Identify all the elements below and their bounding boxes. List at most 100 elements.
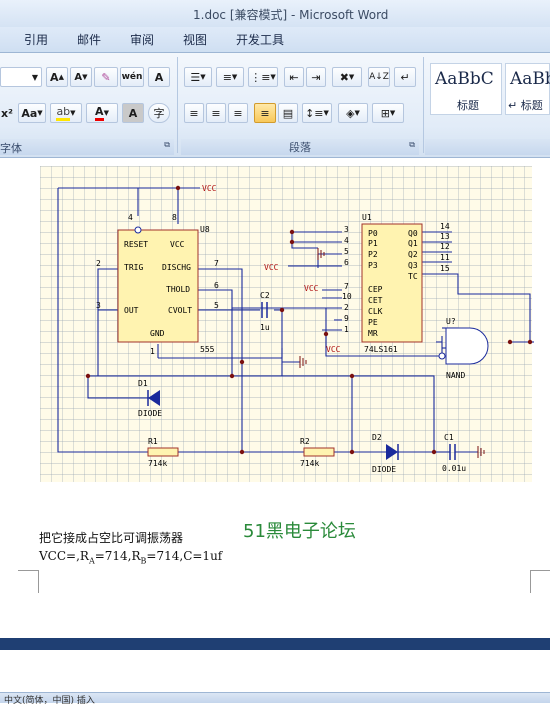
distributed-icon[interactable]: ▤ bbox=[278, 103, 298, 123]
pin-number: 1 bbox=[150, 347, 155, 356]
tab-mailings[interactable]: 邮件 bbox=[77, 31, 101, 48]
svg-text:CET: CET bbox=[368, 296, 383, 305]
numbering-button[interactable]: ≡ ▼ bbox=[216, 67, 244, 87]
gate-name: NAND bbox=[446, 371, 465, 380]
pin-number: 5 bbox=[214, 301, 219, 310]
counter-name: 74LS161 bbox=[364, 345, 398, 354]
svg-text:P3: P3 bbox=[368, 261, 378, 270]
c2-label: C2 bbox=[260, 291, 270, 300]
align-left-icon[interactable]: ≡ bbox=[184, 103, 204, 123]
svg-text:13: 13 bbox=[440, 232, 450, 241]
pin-number: 7 bbox=[214, 259, 219, 268]
r2-label: R2 bbox=[300, 437, 310, 446]
c1-label: C1 bbox=[444, 433, 454, 442]
pin-number: 3 bbox=[96, 301, 101, 310]
document-params: VCC=,RA=714,RB=714,C=1uf bbox=[39, 549, 223, 566]
title-bar: 1.doc [兼容模式] - Microsoft Word bbox=[0, 0, 550, 27]
next-page[interactable] bbox=[0, 650, 550, 692]
align-center-icon[interactable]: ≡ bbox=[206, 103, 226, 123]
svg-text:CLK: CLK bbox=[368, 307, 383, 316]
show-marks-icon[interactable]: ↵ bbox=[394, 67, 416, 87]
pin-number: 8 bbox=[172, 213, 177, 222]
dialog-launcher-icon[interactable]: ⧉ bbox=[409, 140, 415, 150]
multilevel-list-button[interactable]: ⋮≡ ▼ bbox=[248, 67, 278, 87]
pin-label: DISCHG bbox=[162, 263, 191, 272]
svg-text:4: 4 bbox=[344, 236, 349, 245]
pin-label: GND bbox=[150, 329, 165, 338]
font-size-dropdown[interactable]: ▼ bbox=[0, 67, 42, 87]
pin-label: OUT bbox=[124, 306, 139, 315]
watermark: 51黑电子论坛 bbox=[243, 521, 356, 542]
decrease-indent-icon[interactable]: ⇤ bbox=[284, 67, 304, 87]
shrink-font-button[interactable]: A ▼ bbox=[70, 67, 92, 87]
borders-button[interactable]: ⊞ ▼ bbox=[372, 103, 404, 123]
pin-number: 6 bbox=[214, 281, 219, 290]
svg-text:15: 15 bbox=[440, 264, 450, 273]
timer-ref: U8 bbox=[200, 225, 210, 234]
svg-text:7: 7 bbox=[344, 282, 349, 291]
svg-text:5: 5 bbox=[344, 247, 349, 256]
tab-developer[interactable]: 开发工具 bbox=[236, 31, 284, 48]
reset-pin-bubble bbox=[134, 226, 142, 234]
vcc-label: VCC bbox=[326, 345, 341, 354]
counter-output-numbers: 14 13 12 11 15 bbox=[440, 222, 450, 273]
justify-icon[interactable]: ≡ bbox=[254, 103, 276, 123]
counter-ref: U1 bbox=[362, 213, 372, 222]
c2-value: 1u bbox=[260, 323, 270, 332]
tab-references[interactable]: 引用 bbox=[24, 31, 48, 48]
svg-text:Q1: Q1 bbox=[408, 239, 418, 248]
dialog-launcher-icon[interactable]: ⧉ bbox=[164, 140, 170, 150]
styles-group-label bbox=[425, 139, 550, 155]
bullets-button[interactable]: ☰ ▼ bbox=[184, 67, 212, 87]
ribbon-tabs: 引用 邮件 审阅 视图 开发工具 bbox=[0, 27, 550, 53]
tab-view[interactable]: 视图 bbox=[183, 31, 207, 48]
svg-text:Q3: Q3 bbox=[408, 261, 418, 270]
superscript-icon[interactable]: x² bbox=[0, 103, 14, 123]
clear-format-icon[interactable]: ✎ bbox=[94, 67, 118, 87]
group-separator bbox=[177, 57, 178, 153]
nand-bubble bbox=[438, 352, 446, 360]
pin-label: THOLD bbox=[166, 285, 190, 294]
d2-type: DIODE bbox=[372, 465, 396, 474]
resistor-r1 bbox=[147, 447, 179, 457]
counter-output-labels: Q0 Q1 Q2 Q3 TC bbox=[408, 229, 418, 281]
grow-font-button[interactable]: A ▲ bbox=[46, 67, 68, 87]
svg-text:6: 6 bbox=[344, 258, 349, 267]
pin-number: 4 bbox=[128, 213, 133, 222]
line-spacing-button[interactable]: ↕≡ ▼ bbox=[302, 103, 332, 123]
svg-text:MR: MR bbox=[368, 329, 378, 338]
phonetic-guide-icon[interactable]: wén bbox=[120, 67, 144, 87]
c1-value: 0.01u bbox=[442, 464, 466, 473]
character-border-icon[interactable]: A bbox=[148, 67, 170, 87]
document-page[interactable]: U8 555 RESET TRIG OUT VCC DISCHG THOLD C… bbox=[0, 158, 550, 638]
nand-gate bbox=[445, 327, 489, 365]
pin-label: TRIG bbox=[124, 263, 143, 272]
timer-name: 555 bbox=[200, 345, 215, 354]
change-case-button[interactable]: Aa ▼ bbox=[18, 103, 46, 123]
d1-type: DIODE bbox=[138, 409, 162, 418]
svg-text:Q0: Q0 bbox=[408, 229, 418, 238]
pin-label: CVOLT bbox=[168, 306, 192, 315]
highlight-color-button[interactable]: ab ▼ bbox=[50, 103, 82, 123]
increase-indent-icon[interactable]: ⇥ bbox=[306, 67, 326, 87]
svg-text:Q2: Q2 bbox=[408, 250, 418, 259]
asian-layout-button[interactable]: ✖ ▼ bbox=[332, 67, 362, 87]
svg-text:PE: PE bbox=[368, 318, 378, 327]
svg-text:11: 11 bbox=[440, 253, 450, 262]
svg-text:9: 9 bbox=[344, 314, 349, 323]
page-corner-mark bbox=[18, 570, 39, 593]
character-shading-icon[interactable]: A bbox=[122, 103, 144, 123]
enclose-characters-icon[interactable]: 字 bbox=[148, 103, 170, 123]
font-color-button[interactable]: A ▼ bbox=[86, 103, 118, 123]
align-right-icon[interactable]: ≡ bbox=[228, 103, 248, 123]
sort-icon[interactable]: A↓Z bbox=[368, 67, 390, 87]
vcc-label: VCC bbox=[264, 263, 279, 272]
style-heading-tile[interactable]: AaBb ↵ 标题 bbox=[505, 63, 550, 115]
style-title-tile[interactable]: AaBbC 标题 bbox=[430, 63, 502, 115]
vcc-label: VCC bbox=[304, 284, 319, 293]
shading-button[interactable]: ◈ ▼ bbox=[338, 103, 368, 123]
svg-text:1: 1 bbox=[344, 325, 349, 334]
tab-review[interactable]: 审阅 bbox=[130, 31, 154, 48]
pin-label: VCC bbox=[170, 240, 185, 249]
pin-label: RESET bbox=[124, 240, 148, 249]
